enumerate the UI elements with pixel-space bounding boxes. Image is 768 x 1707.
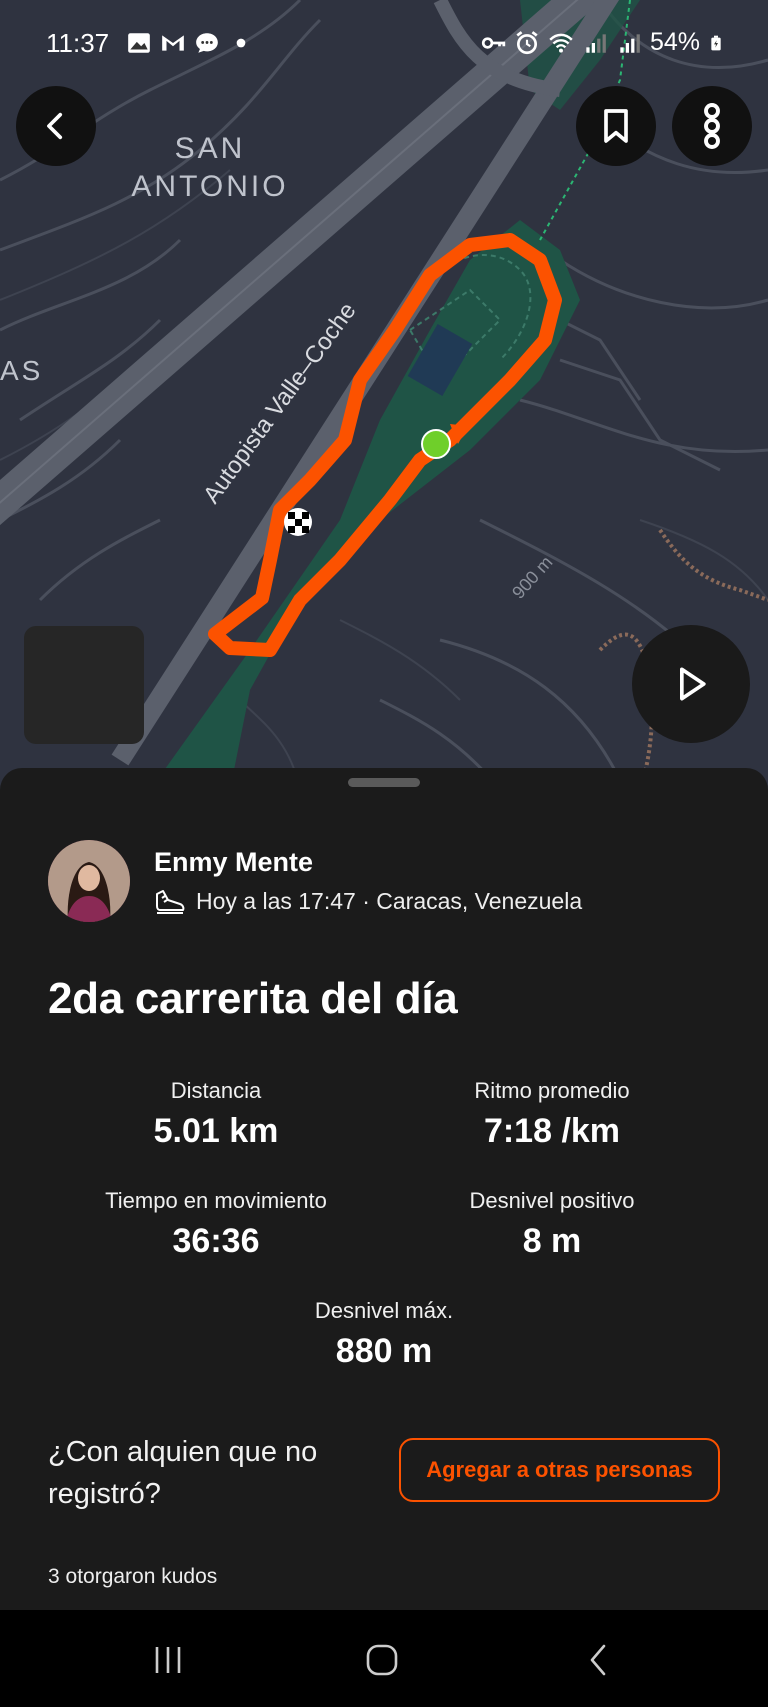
map-label-district: SAN <box>175 132 246 165</box>
avatar[interactable] <box>48 840 130 922</box>
stat-elevation-gain: Desnivel positivo 8 m <box>384 1188 720 1261</box>
athlete-header[interactable]: Enmy Mente Hoy a las 17:47 · Caracas, Ve… <box>48 840 582 922</box>
wifi-icon <box>549 33 573 53</box>
signal-icon <box>620 33 640 53</box>
stat-label: Desnivel positivo <box>469 1188 635 1213</box>
dot-icon <box>236 38 246 48</box>
battery-percentage: 54% <box>649 28 700 56</box>
avatar-image <box>48 840 130 922</box>
status-bar: 11:37 54% <box>0 0 768 88</box>
stat-pace: Ritmo promedio 7:18 /km <box>384 1078 720 1151</box>
back-nav-button[interactable] <box>568 1638 628 1682</box>
sheet-drag-handle[interactable] <box>348 778 420 787</box>
chevron-left-icon <box>47 112 63 140</box>
activity-title: 2da carrerita del día <box>48 974 458 1023</box>
more-vertical-icon <box>704 103 720 149</box>
stat-value: 880 m <box>335 1332 433 1370</box>
status-time: 11:37 <box>46 28 110 58</box>
stat-value: 36:36 <box>172 1222 260 1260</box>
gallery-icon <box>128 33 150 53</box>
map-label-edge: AS <box>0 355 43 386</box>
bookmark-button[interactable] <box>576 86 656 166</box>
activity-details-sheet[interactable]: Enmy Mente Hoy a las 17:47 · Caracas, Ve… <box>0 768 768 1610</box>
kudos-count[interactable]: 3 otorgaron kudos <box>48 1565 217 1589</box>
run-shoe-icon <box>156 889 185 914</box>
home-icon <box>366 1644 398 1676</box>
stat-distance: Distancia 5.01 km <box>48 1078 384 1151</box>
back-nav-icon <box>590 1644 606 1676</box>
map-label-elevation: 900 m <box>508 552 556 603</box>
map-label-district: ANTONIO <box>131 170 288 203</box>
stat-value: 7:18 /km <box>483 1112 621 1150</box>
chat-icon <box>196 33 218 53</box>
system-navigation-bar <box>0 1610 768 1707</box>
play-icon <box>680 667 706 701</box>
bookmark-icon <box>604 109 628 143</box>
gmail-icon <box>162 35 184 51</box>
stat-label: Distancia <box>170 1078 262 1103</box>
stat-moving-time: Tiempo en movimiento 36:36 <box>48 1188 384 1261</box>
stat-label: Tiempo en movimiento <box>105 1188 327 1213</box>
athlete-name[interactable]: Enmy Mente <box>154 847 582 878</box>
activity-meta: Hoy a las 17:47 · Caracas, Venezuela <box>154 888 582 916</box>
alarm-icon <box>516 30 538 54</box>
more-options-button[interactable] <box>672 86 752 166</box>
stat-max-elevation: Desnivel máx. 880 m <box>216 1298 552 1371</box>
home-button[interactable] <box>352 1638 412 1682</box>
activity-datetime-location: Hoy a las 17:47 · Caracas, Venezuela <box>196 888 583 914</box>
with-others-question: ¿Con alquien que no registró? <box>48 1436 318 1510</box>
stat-label: Ritmo promedio <box>474 1078 630 1103</box>
activity-photo-thumbnail[interactable] <box>24 626 144 744</box>
with-others-row: ¿Con alquien que no registró? Agregar a … <box>48 1431 720 1511</box>
stat-value: 8 m <box>522 1222 582 1260</box>
stat-label: Desnivel máx. <box>314 1298 454 1323</box>
back-button[interactable] <box>16 86 96 166</box>
add-others-button[interactable]: Agregar a otras personas <box>399 1438 720 1502</box>
stat-value: 5.01 km <box>153 1112 279 1150</box>
recent-apps-button[interactable] <box>138 1638 198 1682</box>
key-icon <box>481 36 506 49</box>
battery-icon <box>711 35 721 50</box>
system-icons: 54% <box>480 28 724 57</box>
notification-icons <box>126 30 254 56</box>
recent-apps-icon <box>155 1647 181 1673</box>
activity-map[interactable]: SAN ANTONIO Autopista Valle–Coche 900 m … <box>0 0 768 790</box>
signal-icon <box>586 33 606 53</box>
play-flyover-button[interactable] <box>632 625 750 743</box>
